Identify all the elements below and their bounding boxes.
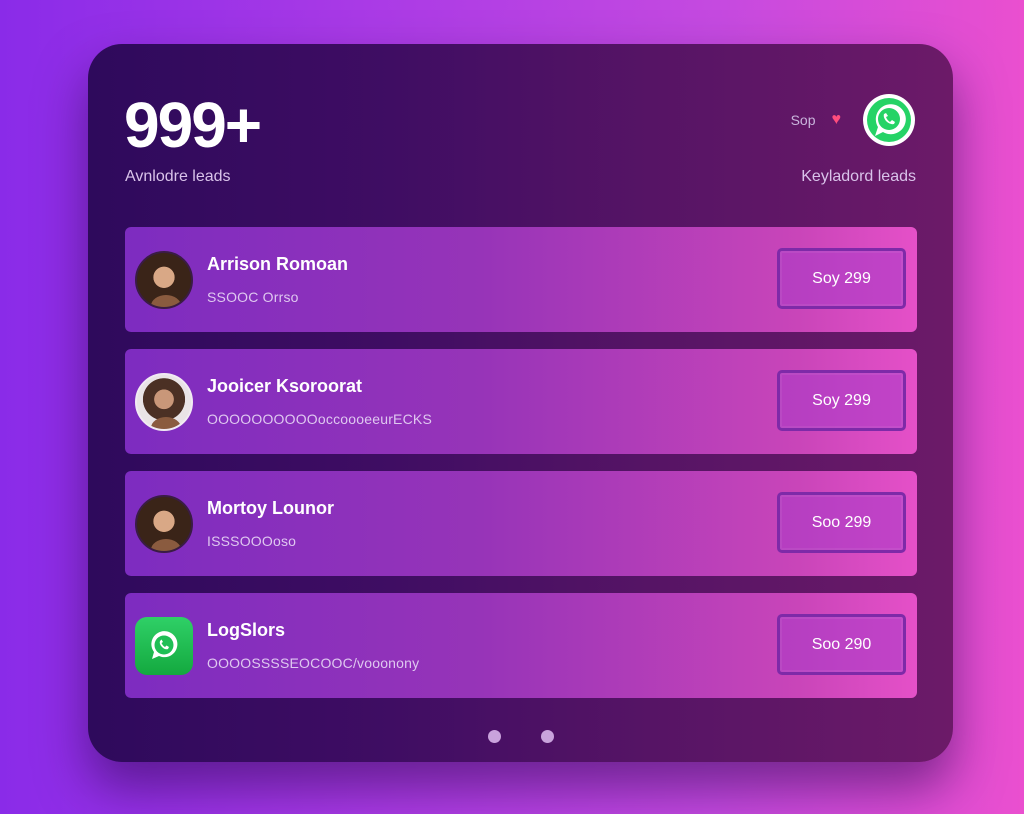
pagination-dots <box>88 730 953 743</box>
price-button[interactable]: Soo 290 <box>777 614 906 675</box>
lead-list: Arrison Romoan SSOOC Orrso Soy 299 Jooic… <box>125 227 917 715</box>
pagination-dot[interactable] <box>540 730 554 743</box>
person-avatar <box>135 250 193 309</box>
heart-icon[interactable]: ♥ <box>832 111 842 129</box>
lead-row[interactable]: LogSlors OOOOSSSSEOCOOC/vooonony Soo 290 <box>125 593 917 698</box>
lead-name: Mortoy Lounor <box>207 498 334 518</box>
whatsapp-avatar-icon <box>135 616 193 675</box>
lead-detail: OOOOOOOOOOoccoooeeurECKS <box>207 411 432 427</box>
lead-detail: OOOOSSSSEOCOOC/vooonony <box>207 655 420 671</box>
keyladord-leads-label: Keyladord leads <box>801 168 916 185</box>
top-right-group: Sop ♥ <box>791 92 917 148</box>
lead-info: Arrison Romoan SSOOC Orrso <box>207 254 348 305</box>
top-small-text: Sop <box>790 112 816 128</box>
lead-detail: ISSSOOOoso <box>207 533 297 549</box>
pagination-dot[interactable] <box>487 730 501 743</box>
lead-detail: SSOOC Orrso <box>207 289 299 305</box>
lead-count: 999+ <box>124 89 262 161</box>
lead-row[interactable]: Mortoy Lounor ISSSOOOoso Soo 299 <box>125 471 917 576</box>
lead-row[interactable]: Arrison Romoan SSOOC Orrso Soy 299 <box>125 227 917 332</box>
leads-card: 999+ Avnlodre leads Keyladord leads Sop … <box>88 44 953 762</box>
price-button[interactable]: Soo 299 <box>777 492 906 553</box>
lead-row[interactable]: Jooicer Ksoroorat OOOOOOOOOOoccoooeeurEC… <box>125 349 917 454</box>
person-avatar <box>135 494 193 553</box>
price-button[interactable]: Soy 299 <box>777 370 906 431</box>
available-leads-label: Avnlodre leads <box>125 168 231 185</box>
lead-info: Jooicer Ksoroorat OOOOOOOOOOoccoooeeurEC… <box>207 376 432 427</box>
price-button[interactable]: Soy 299 <box>777 248 906 309</box>
lead-info: Mortoy Lounor ISSSOOOoso <box>207 498 334 549</box>
lead-name: Jooicer Ksoroorat <box>207 376 363 396</box>
whatsapp-icon[interactable] <box>861 92 917 148</box>
person-avatar <box>135 372 193 431</box>
lead-name: LogSlors <box>207 620 286 640</box>
lead-name: Arrison Romoan <box>207 254 349 274</box>
lead-info: LogSlors OOOOSSSSEOCOOC/vooonony <box>207 620 419 671</box>
